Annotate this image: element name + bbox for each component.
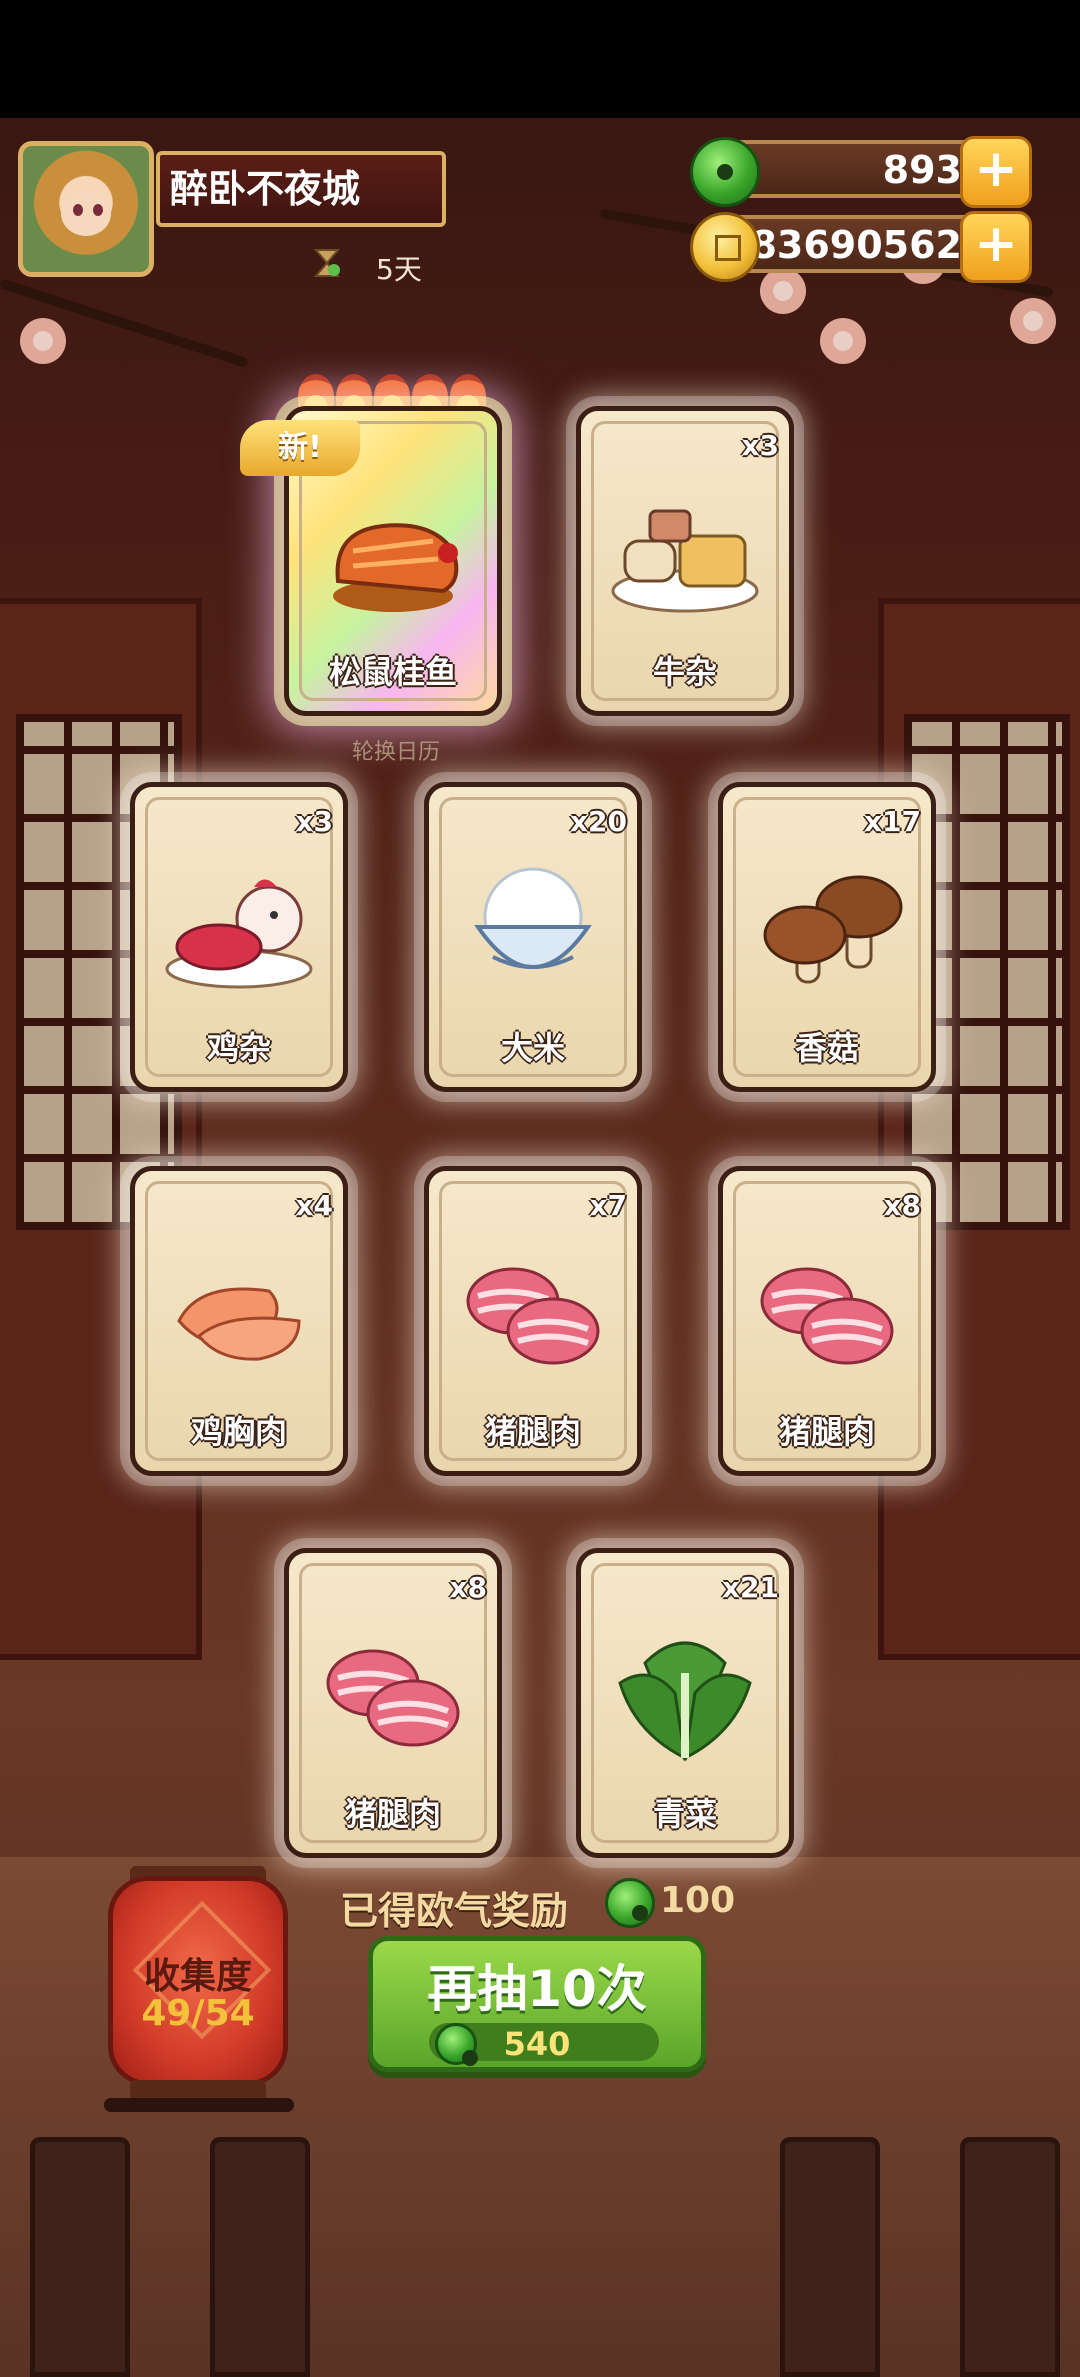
gold-coin-icon (690, 212, 760, 282)
card-label: 香菇 (794, 1029, 859, 1067)
chicken-breast-icon (177, 1287, 301, 1361)
card-label: 鸡杂 (206, 1029, 271, 1067)
collection-label: 收集度 (143, 1956, 252, 1997)
blossom (20, 318, 66, 364)
gold-value: 83690562 (750, 223, 962, 267)
rice-bowl-icon (474, 867, 592, 969)
card-count: x17 (863, 805, 921, 838)
card-pork-leg[interactable]: x8 猪腿肉 (284, 1548, 502, 1858)
card-label: 猪腿肉 (778, 1413, 875, 1451)
card-chicken-breast[interactable]: x4 鸡胸肉 (130, 1166, 348, 1476)
avatar-face (61, 191, 111, 236)
draw-again-button[interactable]: 再抽10次 540 (368, 1936, 706, 2072)
player-name[interactable]: 醉卧不夜城 (156, 151, 446, 227)
blossom (820, 318, 866, 364)
new-badge: 新! (240, 420, 360, 476)
card-label: 松鼠桂鱼 (328, 653, 457, 691)
card-count: x3 (741, 429, 779, 462)
avatar-eye (93, 204, 103, 216)
player-avatar[interactable] (18, 141, 154, 277)
card-count: x21 (721, 1571, 779, 1604)
card-mushroom[interactable]: x17 香菇 (718, 782, 936, 1092)
card-pork-leg[interactable]: x8 猪腿肉 (718, 1166, 936, 1476)
pork-leg-icon (760, 1267, 894, 1365)
chicken-offal-icon (165, 879, 313, 989)
add-jade-button[interactable]: + (960, 136, 1032, 208)
add-gold-button[interactable]: + (960, 211, 1032, 283)
railing-post (780, 2137, 880, 2377)
mushroom-icon (763, 875, 903, 984)
card-label: 大米 (500, 1029, 565, 1067)
card-label: 牛杂 (652, 653, 717, 691)
draw-cost: 540 (503, 2025, 571, 2063)
railing-post (30, 2137, 130, 2377)
card-count: x20 (569, 805, 627, 838)
card-label: 猪腿肉 (484, 1413, 581, 1451)
card-count: x3 (295, 805, 333, 838)
card-chicken-offal[interactable]: x3 鸡杂 (130, 782, 348, 1092)
jade-value: 893 (882, 148, 962, 192)
calendar-label: 轮换日历 (352, 740, 441, 765)
railing-post (960, 2137, 1060, 2377)
luck-reward-value: 100 (660, 1880, 736, 1921)
card-greens[interactable]: x21 青菜 (576, 1548, 794, 1858)
jade-coin-icon (690, 137, 760, 207)
card-count: x4 (295, 1189, 333, 1222)
collection-lantern[interactable]: 收集度 49/54 (108, 1876, 288, 2086)
blossom (760, 268, 806, 314)
lantern-stand (104, 2098, 294, 2112)
card-label: 鸡胸肉 (190, 1413, 287, 1451)
blossom (1010, 298, 1056, 344)
pork-leg-icon (466, 1267, 600, 1365)
jade-coin-icon (605, 1878, 655, 1928)
card-label: 青菜 (652, 1795, 717, 1833)
card-count: x7 (589, 1189, 627, 1222)
card-beef-offal[interactable]: x3 牛杂 (576, 406, 794, 716)
right-wall (878, 598, 1080, 1660)
left-wall (0, 598, 202, 1660)
fish-dish-icon (333, 523, 459, 612)
days-text: 5天 (376, 253, 422, 286)
collection-progress: 49/54 (141, 1993, 255, 2034)
card-label: 猪腿肉 (344, 1795, 441, 1833)
days-remaining: 5天 (300, 248, 422, 288)
draw-again-label: 再抽10次 (427, 1960, 647, 2018)
card-rice[interactable]: x20 大米 (424, 782, 642, 1092)
greens-icon (618, 1641, 752, 1762)
luck-reward-text: 已得欧气奖励 (340, 1889, 569, 1933)
avatar-eye (73, 204, 83, 216)
pork-leg-icon (326, 1649, 460, 1747)
card-count: x8 (883, 1189, 921, 1222)
beef-offal-icon (611, 509, 759, 613)
railing-post (210, 2137, 310, 2377)
card-count: x8 (449, 1571, 487, 1604)
card-pork-leg[interactable]: x7 猪腿肉 (424, 1166, 642, 1476)
